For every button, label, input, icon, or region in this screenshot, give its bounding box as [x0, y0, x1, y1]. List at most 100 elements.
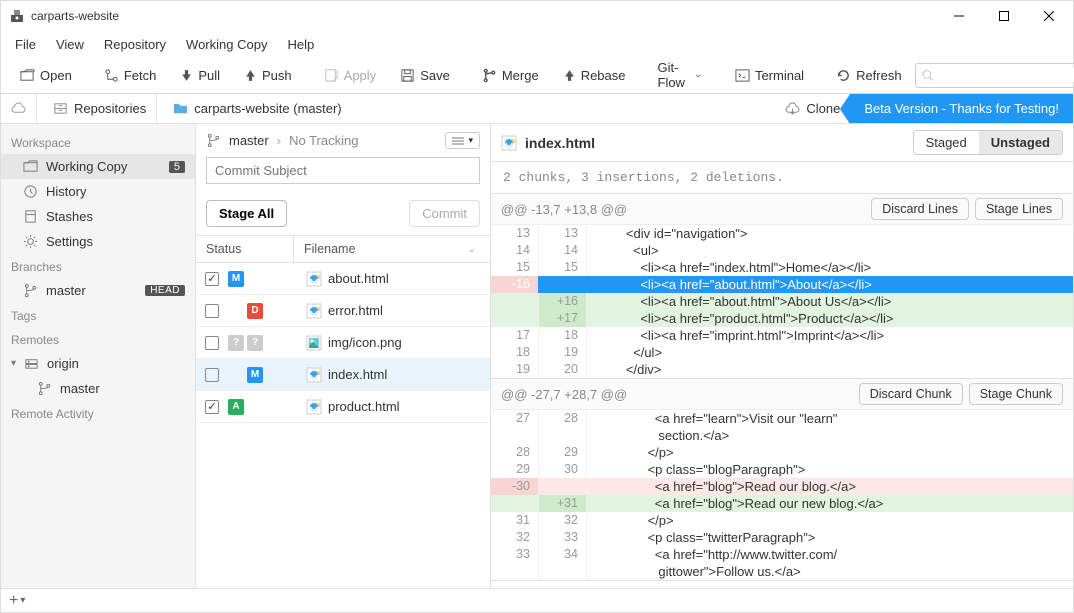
diff-line[interactable]: -16 <li><a href="about.html">About</a></…: [491, 276, 1073, 293]
stage-checkbox[interactable]: [205, 304, 219, 318]
file-row[interactable]: Mindex.html: [196, 359, 490, 391]
clone-button[interactable]: Clone: [775, 94, 850, 123]
diff-body: @@ -13,7 +13,8 @@Discard LinesStage Line…: [491, 194, 1073, 588]
file-name: error.html: [328, 303, 383, 318]
app-icon: [9, 8, 25, 24]
sidebar-remote-origin[interactable]: ▾origin: [1, 351, 195, 376]
save-button[interactable]: Save: [389, 63, 461, 88]
diff-line[interactable]: 3132 </p>: [491, 512, 1073, 529]
discard-button[interactable]: Discard Lines: [871, 198, 969, 220]
open-icon: [20, 68, 35, 83]
minimize-button[interactable]: [936, 1, 981, 31]
stage-button[interactable]: Stage Lines: [975, 198, 1063, 220]
merge-button[interactable]: Merge: [471, 63, 550, 88]
diff-line[interactable]: +16 <li><a href="about.html">About Us</a…: [491, 293, 1073, 310]
sidebar-branches-heading: Branches: [1, 254, 195, 278]
diff-line[interactable]: 2829 </p>: [491, 444, 1073, 461]
file-row[interactable]: ✓Mabout.html: [196, 263, 490, 295]
close-icon: [1044, 11, 1054, 21]
diff-line[interactable]: 1819 </ul>: [491, 344, 1073, 361]
hunk-range: @@ -27,7 +28,7 @@: [501, 387, 627, 402]
staged-tab[interactable]: Staged: [914, 131, 979, 154]
ie-file-icon: [501, 135, 517, 151]
add-button[interactable]: +: [9, 592, 18, 610]
stash-icon: [23, 209, 38, 224]
stage-checkbox[interactable]: [205, 336, 219, 350]
fetch-button[interactable]: Fetch: [93, 63, 168, 88]
file-name: img/icon.png: [328, 335, 402, 350]
diff-line[interactable]: 1313 <div id="navigation">: [491, 225, 1073, 242]
stage-checkbox[interactable]: [205, 368, 219, 382]
refresh-button[interactable]: Refresh: [825, 63, 913, 88]
stage-button[interactable]: Stage Chunk: [969, 383, 1063, 405]
diff-line[interactable]: 3233 <p class="twitterParagraph">: [491, 529, 1073, 546]
repo-path[interactable]: carparts-website (master): [163, 101, 351, 116]
drawer-icon: [53, 101, 68, 116]
menu-working-copy[interactable]: Working Copy: [178, 34, 275, 55]
file-row[interactable]: Derror.html: [196, 295, 490, 327]
sidebar: Workspace Working Copy5 History Stashes …: [1, 124, 196, 588]
discard-button[interactable]: Discard Chunk: [859, 383, 963, 405]
close-button[interactable]: [1026, 1, 1071, 31]
change-count-badge: 5: [169, 161, 185, 173]
sidebar-branch-master[interactable]: masterHEAD: [1, 278, 195, 303]
apply-icon: [324, 68, 339, 83]
terminal-button[interactable]: Terminal: [724, 63, 815, 88]
apply-button[interactable]: Apply: [313, 63, 388, 88]
sidebar-working-copy[interactable]: Working Copy5: [1, 154, 195, 179]
open-button[interactable]: Open: [9, 63, 83, 88]
options-dropdown[interactable]: ▾: [445, 132, 480, 149]
status-badge: D: [247, 303, 263, 319]
diff-line[interactable]: 1920 </div>: [491, 361, 1073, 378]
hunk-header: @@ -13,7 +13,8 @@Discard LinesStage Line…: [491, 194, 1073, 225]
breadcrumb: Repositories carparts-website (master) C…: [1, 94, 1073, 124]
clone-icon: [785, 101, 800, 116]
diff-line[interactable]: -30 <a href="blog">Read our blog.</a>: [491, 478, 1073, 495]
pull-button[interactable]: Pull: [169, 63, 231, 88]
clock-icon: [23, 184, 38, 199]
menu-bar: File View Repository Working Copy Help: [1, 31, 1073, 57]
sidebar-history[interactable]: History: [1, 179, 195, 204]
file-row[interactable]: ??img/icon.png: [196, 327, 490, 359]
stage-checkbox[interactable]: ✓: [205, 400, 219, 414]
diff-line[interactable]: 1718 <li><a href="imprint.html">Imprint<…: [491, 327, 1073, 344]
branch-icon: [23, 283, 38, 298]
unstaged-tab[interactable]: Unstaged: [979, 131, 1062, 154]
diff-line[interactable]: 1515 <li><a href="index.html">Home</a></…: [491, 259, 1073, 276]
cloud-tab[interactable]: [1, 94, 37, 123]
file-row[interactable]: ✓Aproduct.html: [196, 391, 490, 423]
maximize-button[interactable]: [981, 1, 1026, 31]
rebase-button[interactable]: Rebase: [552, 63, 637, 88]
commit-subject-input[interactable]: [206, 157, 480, 184]
menu-repository[interactable]: Repository: [96, 34, 174, 55]
branch-icon: [37, 381, 52, 396]
search-field[interactable]: [915, 63, 1074, 88]
diff-line[interactable]: 2930 <p class="blogParagraph">: [491, 461, 1073, 478]
menu-view[interactable]: View: [48, 34, 92, 55]
stage-checkbox[interactable]: ✓: [205, 272, 219, 286]
cloud-icon: [11, 101, 26, 116]
sidebar-remote-branch-master[interactable]: master: [1, 376, 195, 401]
repositories-tab[interactable]: Repositories: [43, 94, 157, 123]
push-button[interactable]: Push: [233, 63, 303, 88]
sidebar-stashes[interactable]: Stashes: [1, 204, 195, 229]
gitflow-button[interactable]: Git-Flow: [647, 55, 714, 95]
search-input[interactable]: [937, 68, 1074, 82]
diff-line[interactable]: 2728 <a href="learn">Visit our "learn" s…: [491, 410, 1073, 444]
status-badge: ?: [247, 335, 263, 351]
menu-file[interactable]: File: [7, 34, 44, 55]
branch-icon: [206, 133, 221, 148]
push-icon: [244, 69, 257, 82]
stage-all-button[interactable]: Stage All: [206, 200, 287, 227]
diff-line[interactable]: +31 <a href="blog">Read our new blog.</a…: [491, 495, 1073, 512]
menu-help[interactable]: Help: [279, 34, 322, 55]
diff-line[interactable]: 3334 <a href="http://www.twitter.com/ gi…: [491, 546, 1073, 580]
commit-button[interactable]: Commit: [409, 200, 480, 227]
file-list-header: Status Filename⌄: [196, 235, 490, 263]
diff-line[interactable]: 1414 <ul>: [491, 242, 1073, 259]
file-list: ✓Mabout.htmlDerror.html??img/icon.pngMin…: [196, 263, 490, 588]
folder-icon: [173, 101, 188, 116]
gear-icon: [23, 234, 38, 249]
diff-line[interactable]: +17 <li><a href="product.html">Product</…: [491, 310, 1073, 327]
sidebar-settings[interactable]: Settings: [1, 229, 195, 254]
